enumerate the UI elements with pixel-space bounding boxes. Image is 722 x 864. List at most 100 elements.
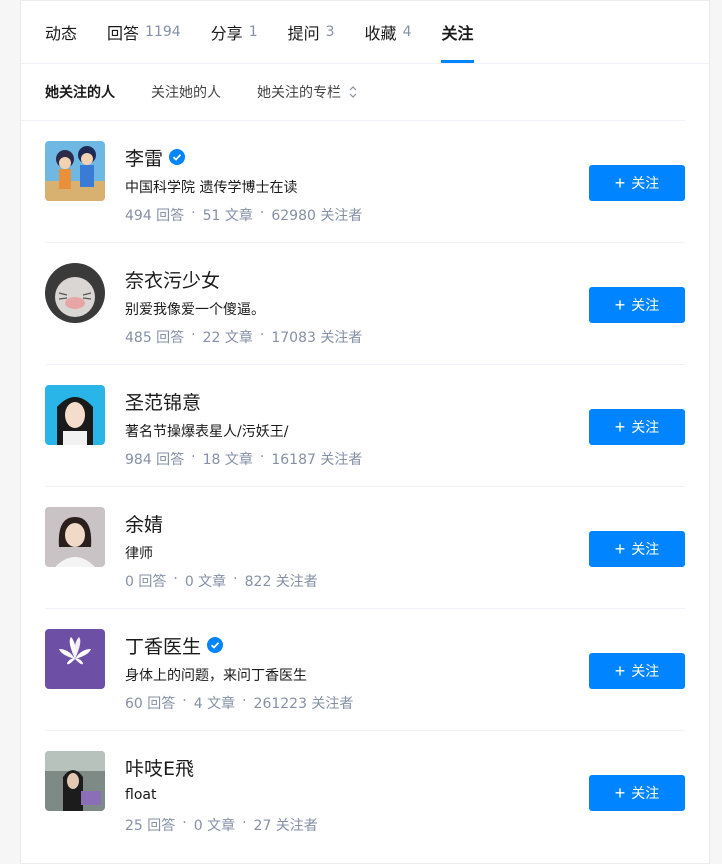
answers-count[interactable]: 25 回答 — [125, 815, 175, 835]
articles-count[interactable]: 0 文章 — [185, 571, 226, 591]
plus-icon: + — [614, 783, 626, 803]
user-bio: 律师 — [125, 546, 153, 562]
user-name[interactable]: 咔吱E飛 — [125, 754, 194, 781]
tab-label: 回答 — [107, 24, 140, 43]
plus-icon: + — [614, 539, 626, 559]
tab-questions[interactable]: 提问 3 — [288, 1, 335, 63]
user-stats: 485 回答 · 22 文章 · 17083 关注者 — [125, 327, 362, 347]
avatar[interactable] — [45, 751, 105, 811]
answers-count[interactable]: 0 回答 — [125, 571, 166, 591]
profile-tabs: 动态 回答 1194 分享 1 提问 3 收藏 4 关注 — [21, 1, 709, 64]
tab-count: 1194 — [145, 24, 181, 40]
subtab-her-columns[interactable]: 她关注的专栏 — [257, 82, 357, 102]
followers-count[interactable]: 27 关注者 — [254, 815, 318, 835]
user-bio: 别爱我像爱一个傻逼。 — [125, 302, 265, 318]
user-stats: 25 回答 · 0 文章 · 27 关注者 — [125, 815, 318, 835]
follow-button[interactable]: + 关注 — [589, 653, 685, 689]
tab-label: 收藏 — [364, 24, 397, 43]
user-name[interactable]: 圣范锦意 — [125, 388, 201, 415]
separator: · — [182, 693, 187, 709]
user-stats: 984 回答 · 18 文章 · 16187 关注者 — [125, 449, 362, 469]
verified-icon — [169, 149, 186, 165]
tab-collections[interactable]: 收藏 4 — [365, 1, 412, 63]
avatar[interactable] — [45, 263, 105, 323]
separator: · — [242, 815, 247, 831]
articles-count[interactable]: 22 文章 — [203, 327, 253, 347]
user-stats: 0 回答 · 0 文章 · 822 关注者 — [125, 571, 318, 591]
answers-count[interactable]: 60 回答 — [125, 693, 175, 713]
followers-count[interactable]: 17083 关注者 — [271, 327, 362, 347]
tab-label: 分享 — [210, 24, 243, 43]
answers-count[interactable]: 984 回答 — [125, 449, 184, 469]
user-bio: 身体上的问题，来问丁香医生 — [125, 668, 307, 684]
verified-icon — [207, 637, 224, 653]
list-item: 丁香医生 身体上的问题，来问丁香医生 60 回答 · 4 文章 · 261223 关… — [45, 609, 685, 731]
tab-answers[interactable]: 回答 1194 — [107, 1, 181, 63]
follow-button[interactable]: + 关注 — [589, 531, 685, 567]
user-bio: float — [125, 787, 157, 803]
articles-count[interactable]: 0 文章 — [194, 815, 235, 835]
tab-shares[interactable]: 分享 1 — [211, 1, 258, 63]
dingxiang-logo — [45, 629, 105, 689]
follow-label: 关注 — [631, 175, 660, 191]
tab-label: 关注 — [441, 24, 474, 43]
user-stats: 494 回答 · 51 文章 · 62980 关注者 — [125, 205, 362, 225]
follow-label: 关注 — [631, 785, 660, 801]
followers-count[interactable]: 16187 关注者 — [271, 449, 362, 469]
user-name[interactable]: 奈衣污少女 — [125, 266, 220, 293]
follow-button[interactable]: + 关注 — [589, 287, 685, 323]
follow-button[interactable]: + 关注 — [589, 775, 685, 811]
subtab-her-followers[interactable]: 关注她的人 — [151, 82, 221, 102]
tab-activity[interactable]: 动态 — [45, 1, 77, 63]
follow-label: 关注 — [631, 419, 660, 435]
answers-count[interactable]: 494 回答 — [125, 205, 184, 225]
user-name[interactable]: 李雷 — [125, 144, 163, 171]
user-name[interactable]: 丁香医生 — [125, 632, 201, 659]
articles-count[interactable]: 4 文章 — [194, 693, 235, 713]
profile-card: 动态 回答 1194 分享 1 提问 3 收藏 4 关注 她关注的人 关注她的人 她关注… — [20, 0, 710, 864]
avatar[interactable] — [45, 141, 105, 201]
follow-button[interactable]: + 关注 — [589, 165, 685, 201]
user-list: 李雷 中国科学院 遗传学博士在读 494 回答 · 51 文章 · 62980 关注… — [21, 121, 709, 852]
user-name[interactable]: 余婧 — [125, 510, 163, 537]
plus-icon: + — [614, 661, 626, 681]
subtab-her-following[interactable]: 她关注的人 — [45, 82, 115, 102]
tab-count: 4 — [402, 24, 412, 40]
separator: · — [182, 815, 187, 831]
answers-count[interactable]: 485 回答 — [125, 327, 184, 347]
follow-label: 关注 — [631, 297, 660, 313]
avatar[interactable] — [45, 629, 105, 689]
followers-count[interactable]: 261223 关注者 — [254, 693, 354, 713]
separator: · — [259, 449, 265, 465]
avatar[interactable] — [45, 507, 105, 567]
separator: · — [191, 327, 196, 343]
user-stats: 60 回答 · 4 文章 · 261223 关注者 — [125, 693, 353, 713]
list-item: 余婧 律师 0 回答 · 0 文章 · 822 关注者 + 关注 — [45, 487, 685, 609]
separator: · — [259, 327, 265, 343]
follow-label: 关注 — [631, 541, 660, 557]
tab-following[interactable]: 关注 — [441, 1, 474, 63]
separator: · — [191, 205, 196, 221]
plus-icon: + — [614, 173, 626, 193]
subtab-label: 她关注的专栏 — [257, 85, 341, 101]
separator: · — [173, 571, 178, 587]
list-item: 李雷 中国科学院 遗传学博士在读 494 回答 · 51 文章 · 62980 关注… — [45, 121, 685, 243]
articles-count[interactable]: 18 文章 — [203, 449, 253, 469]
avatar[interactable] — [45, 385, 105, 445]
followers-count[interactable]: 822 关注者 — [245, 571, 318, 591]
user-bio: 著名节操爆表星人/污妖王/ — [125, 424, 289, 440]
separator: · — [259, 205, 265, 221]
followers-count[interactable]: 62980 关注者 — [271, 205, 362, 225]
sort-icon — [349, 86, 357, 98]
following-subtabs: 她关注的人 关注她的人 她关注的专栏 — [21, 64, 685, 121]
follow-label: 关注 — [631, 663, 660, 679]
list-item: 奈衣污少女 别爱我像爱一个傻逼。 485 回答 · 22 文章 · 17083 关注… — [45, 243, 685, 365]
separator: · — [191, 449, 196, 465]
articles-count[interactable]: 51 文章 — [203, 205, 253, 225]
follow-button[interactable]: + 关注 — [589, 409, 685, 445]
separator: · — [242, 693, 247, 709]
plus-icon: + — [614, 417, 626, 437]
tab-count: 3 — [325, 24, 335, 40]
list-item: 圣范锦意 著名节操爆表星人/污妖王/ 984 回答 · 18 文章 · 16187 … — [45, 365, 685, 487]
user-bio: 中国科学院 遗传学博士在读 — [125, 180, 298, 196]
